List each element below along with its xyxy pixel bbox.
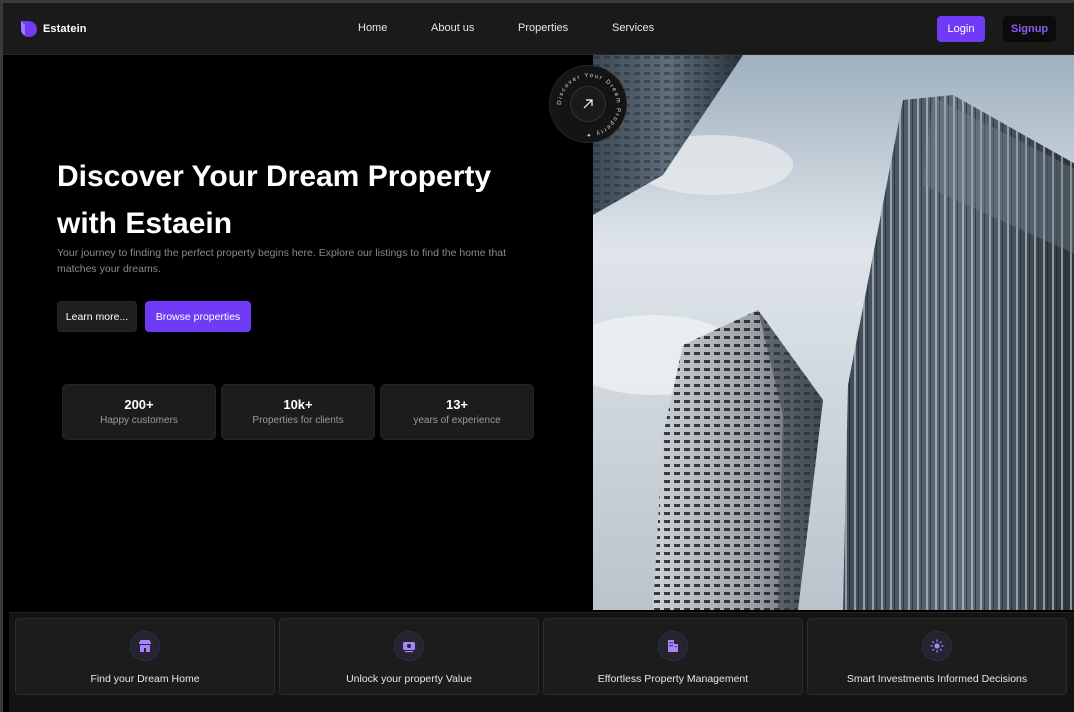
hero-title: Discover Your Dream Property with Estaei… xyxy=(57,160,492,240)
login-button[interactable]: Login xyxy=(937,16,985,42)
nav-item-about[interactable]: About us xyxy=(431,22,474,34)
nav-item-properties[interactable]: Properties xyxy=(518,22,568,34)
discover-badge[interactable]: Discover Your Dream Property ✦ xyxy=(549,65,627,143)
stat-value: 10k+ xyxy=(283,397,313,412)
feature-card-property-management[interactable]: Effortless Property Management xyxy=(543,618,803,695)
stat-card: 200+ Happy customers xyxy=(62,384,216,440)
sun-icon xyxy=(922,631,952,661)
stat-value: 13+ xyxy=(445,397,469,412)
arrow-up-right-icon xyxy=(570,86,606,122)
hero-subtitle: Your journey to finding the perfect prop… xyxy=(57,247,507,275)
feature-card-property-value[interactable]: Unlock your property Value xyxy=(279,618,539,695)
main-nav: Home About us Properties Services xyxy=(3,3,1074,55)
storefront-icon xyxy=(130,631,160,661)
stat-label: Properties for clients xyxy=(252,415,344,426)
feature-label: Smart Investments Informed Decisions xyxy=(846,673,1028,685)
feature-label: Find your Dream Home xyxy=(90,673,200,685)
stat-value: 200+ xyxy=(124,397,154,412)
feature-label: Unlock your property Value xyxy=(346,673,472,685)
stat-label: years of experience xyxy=(413,415,501,426)
signup-button[interactable]: Signup xyxy=(1003,16,1056,42)
stat-card: 13+ years of experience xyxy=(380,384,534,440)
feature-label: Effortless Property Management xyxy=(597,673,749,685)
stat-label: Happy customers xyxy=(100,415,178,426)
learn-more-button[interactable]: Learn more... xyxy=(57,301,137,332)
building-icon xyxy=(658,631,688,661)
feature-card-smart-investments[interactable]: Smart Investments Informed Decisions xyxy=(807,618,1067,695)
feature-card-dream-home[interactable]: Find your Dream Home xyxy=(15,618,275,695)
header: Estatein Home About us Properties Servic… xyxy=(3,3,1074,55)
nav-item-home[interactable]: Home xyxy=(358,22,387,34)
browse-properties-button[interactable]: Browse properties xyxy=(145,301,251,332)
cash-icon xyxy=(394,631,424,661)
skyscraper-illustration xyxy=(593,55,1074,610)
hero-image-skyscrapers xyxy=(593,55,1074,610)
nav-item-services[interactable]: Services xyxy=(612,22,654,34)
page-frame: Estatein Home About us Properties Servic… xyxy=(0,0,1074,712)
stat-card: 10k+ Properties for clients xyxy=(221,384,375,440)
